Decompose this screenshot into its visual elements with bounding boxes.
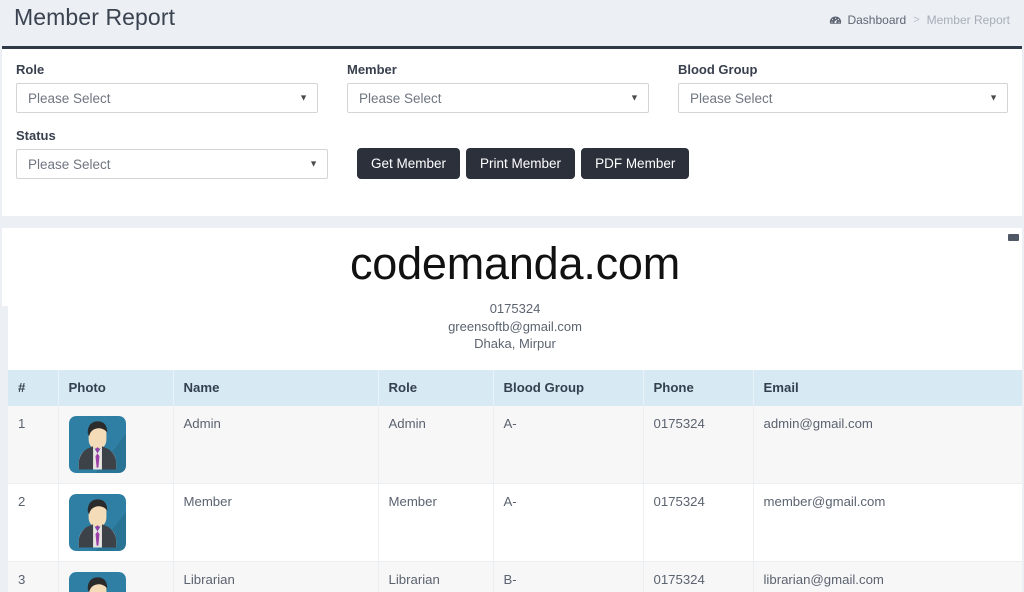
filter-group-role: Role Please Select ▼ (16, 61, 347, 113)
cell-blood-group: A- (493, 405, 644, 484)
column-header-name: Name (173, 369, 379, 406)
blood-group-select[interactable]: Please Select ▼ (677, 83, 1009, 113)
member-avatar-icon (68, 493, 126, 551)
filter-group-blood-group: Blood Group Please Select ▼ (677, 61, 1009, 113)
chevron-down-icon: ▼ (630, 92, 639, 103)
table-row: 1 Admin Admin A- 0175324 admin@gmail.com (8, 405, 1022, 484)
dashboard-icon (829, 14, 842, 27)
cell-email: librarian@gmail.com (753, 561, 1022, 592)
cell-email: member@gmail.com (753, 483, 1022, 562)
cell-phone: 0175324 (643, 561, 754, 592)
cell-name: Librarian (173, 561, 379, 592)
column-header-phone: Phone (643, 369, 754, 406)
report-phone: 0175324 (489, 301, 541, 316)
column-header-number: # (8, 369, 59, 406)
breadcrumb-current: Member Report (926, 13, 1010, 27)
blood-group-select-value: Please Select (689, 90, 773, 106)
report-letterhead: codemanda.com 0175324 greensoftb@gmail.c… (8, 228, 1022, 353)
cell-photo (58, 483, 174, 562)
filter-group-member: Member Please Select ▼ (346, 61, 678, 113)
report-address: Dhaka, Mirpur (474, 336, 556, 351)
cell-blood-group: B- (493, 561, 644, 592)
page-title: Member Report (14, 4, 176, 30)
pdf-member-button[interactable]: PDF Member (581, 148, 690, 179)
member-select[interactable]: Please Select ▼ (346, 83, 649, 113)
get-member-button[interactable]: Get Member (357, 148, 461, 179)
member-label: Member (346, 62, 397, 77)
table-header: # Photo Name Role Blood Group Phone Emai… (8, 369, 1022, 406)
cell-role: Member (378, 483, 494, 562)
cell-email: admin@gmail.com (753, 405, 1022, 484)
table-row: 2 Member Member A- 0175324 member@gmail.… (8, 483, 1022, 562)
role-select[interactable]: Please Select ▼ (16, 83, 318, 113)
breadcrumb: Dashboard > Member Report (829, 13, 1010, 27)
print-member-button[interactable]: Print Member (466, 148, 576, 179)
column-header-email: Email (753, 369, 1022, 406)
breadcrumb-dashboard-label: Dashboard (847, 13, 907, 27)
cell-name: Admin (173, 405, 379, 484)
table-body: 1 Admin Admin A- 0175324 admin@gmail.com… (8, 405, 1022, 592)
cell-role: Admin (378, 405, 494, 484)
page-header: Member Report Dashboard > Member Report (0, 0, 1024, 46)
cell-photo (58, 405, 174, 484)
report-contact-details: 0175324 greensoftb@gmail.com Dhaka, Mirp… (8, 300, 1022, 353)
cell-photo (58, 561, 174, 592)
table-header-row: # Photo Name Role Blood Group Phone Emai… (8, 369, 1022, 406)
filter-row-2: Status Please Select ▼ Get Member Print … (16, 127, 1008, 179)
chevron-down-icon: ▼ (309, 158, 318, 169)
chevron-down-icon: ▼ (299, 92, 308, 103)
column-header-role: Role (378, 369, 494, 406)
cell-role: Librarian (378, 561, 494, 592)
status-select-value: Please Select (28, 156, 111, 172)
cell-phone: 0175324 (643, 483, 754, 562)
cell-blood-group: A- (493, 483, 644, 562)
status-label: Status (16, 128, 56, 143)
cell-phone: 0175324 (643, 405, 754, 484)
report-panel: codemanda.com 0175324 greensoftb@gmail.c… (2, 228, 1022, 592)
member-avatar-icon (68, 571, 126, 592)
role-select-value: Please Select (28, 90, 111, 106)
cell-number: 3 (8, 561, 59, 592)
filter-panel: Role Please Select ▼ Member Please Selec… (2, 46, 1022, 216)
cell-name: Member (173, 483, 379, 562)
member-select-value: Please Select (358, 90, 442, 106)
blood-group-label: Blood Group (677, 62, 758, 77)
report-brand-name: codemanda.com (349, 238, 681, 289)
column-header-photo: Photo (58, 369, 174, 406)
column-header-blood-group: Blood Group (493, 369, 644, 406)
cell-number: 1 (8, 405, 59, 484)
filter-group-status: Status Please Select ▼ (16, 127, 357, 179)
cell-number: 2 (8, 483, 59, 562)
member-avatar-icon (68, 415, 126, 473)
chevron-down-icon: ▼ (989, 92, 999, 103)
report-email: greensoftb@gmail.com (448, 318, 582, 334)
report-horizontal-scrollbar-thumb[interactable] (1008, 234, 1019, 241)
table-row: 3 Librarian Librarian B- 0175324 librari… (8, 561, 1022, 592)
filter-row-1: Role Please Select ▼ Member Please Selec… (16, 61, 1009, 113)
breadcrumb-dashboard-link[interactable]: Dashboard (829, 13, 906, 27)
report-action-buttons: Get Member Print Member PDF Member (357, 148, 690, 179)
status-select[interactable]: Please Select ▼ (16, 149, 328, 179)
member-report-table: # Photo Name Role Blood Group Phone Emai… (8, 369, 1022, 592)
breadcrumb-separator: > (913, 14, 920, 26)
role-label: Role (16, 62, 45, 77)
report-content: codemanda.com 0175324 greensoftb@gmail.c… (8, 228, 1022, 592)
